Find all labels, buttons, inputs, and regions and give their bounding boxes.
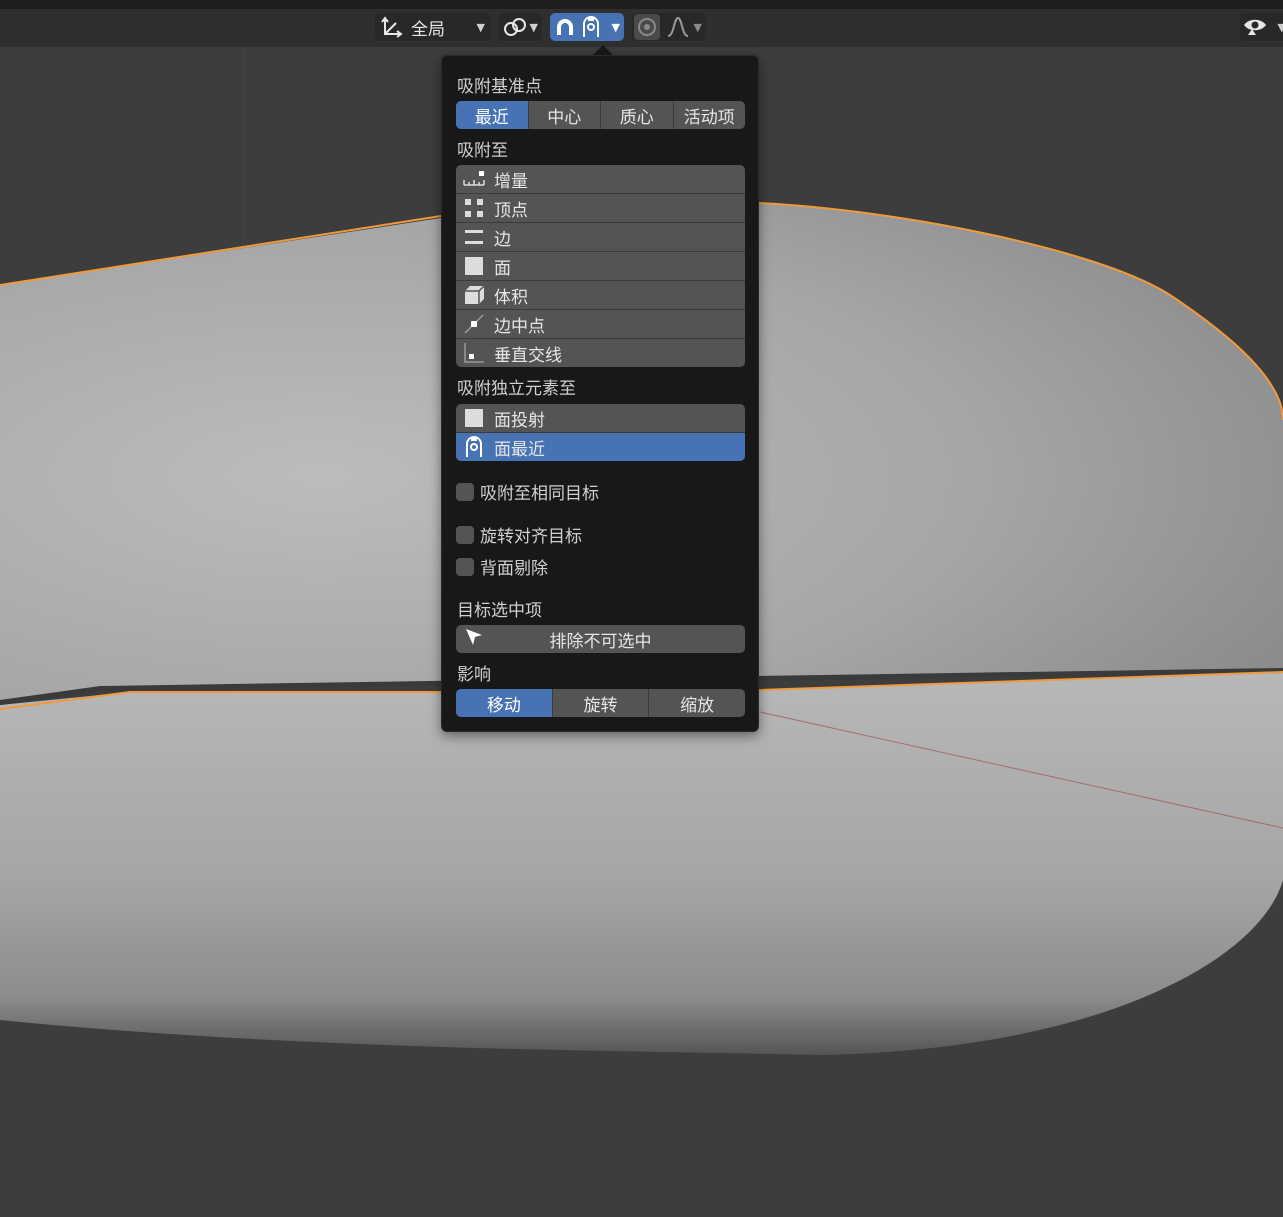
snap-to-increment[interactable]: 增量 (456, 165, 745, 194)
snap-to-vertex[interactable]: 顶点 (456, 194, 745, 223)
falloff-curve-icon[interactable] (666, 16, 690, 38)
snap-to-increment-label: 增量 (494, 171, 528, 192)
proportional-editing-icon[interactable] (634, 14, 660, 40)
checkbox-box[interactable] (456, 557, 474, 576)
snap-to-edge-label: 边 (494, 229, 511, 250)
snap-individual-face-nearest[interactable]: 面最近 (456, 433, 745, 461)
checkbox-label: 背面剔除 (480, 559, 548, 579)
volume-icon (462, 284, 486, 306)
snap-individual-label: 吸附独立元素至 (457, 379, 576, 399)
checkbox-label: 吸附至相同目标 (480, 484, 599, 504)
snap-face-nearest-icon[interactable] (580, 15, 602, 39)
face-nearest-icon (462, 436, 486, 458)
transform-orientation-icon (381, 16, 403, 38)
perpendicular-icon (462, 342, 486, 364)
chevron-down-icon: ▼ (476, 20, 485, 34)
snap-base-closest[interactable]: 最近 (456, 101, 529, 129)
snap-base-median[interactable]: 质心 (601, 101, 674, 129)
snap-to-perpendicular-label: 垂直交线 (494, 345, 562, 366)
transform-orientation-dropdown[interactable]: 全局 ▼ (375, 13, 491, 41)
snapping-popover: 吸附基准点 最近 中心 质心 活动项 吸附至 增量 顶点 边 面 体积 边中点 … (441, 55, 759, 732)
target-selection-dropdown[interactable]: 排除不可选中 (456, 625, 745, 653)
snap-to-edge-midpoint-label: 边中点 (494, 316, 545, 337)
snap-to-vertex-label: 顶点 (494, 200, 528, 221)
affect-rotate[interactable]: 旋转 (553, 689, 650, 717)
window-top-strip (0, 0, 1283, 9)
face-nearest-label: 面最近 (494, 439, 545, 460)
snap-to-perpendicular[interactable]: 垂直交线 (456, 339, 745, 367)
pivot-point-icon (502, 16, 528, 38)
affect-selector: 移动 旋转 缩放 (456, 689, 745, 717)
snap-to-face-label: 面 (494, 258, 511, 279)
snap-magnet-icon[interactable] (552, 15, 578, 39)
checkbox-box[interactable] (456, 525, 474, 544)
pivot-point-dropdown[interactable]: ▼ (498, 13, 542, 41)
proportional-editing-toggle[interactable]: ▼ (632, 13, 706, 41)
snap-to-edge[interactable]: 边 (456, 223, 745, 252)
edge-icon (462, 226, 486, 248)
affect-move[interactable]: 移动 (456, 689, 553, 717)
affect-label: 影响 (457, 665, 491, 685)
snap-to-volume-label: 体积 (494, 287, 528, 308)
snap-individual-face-project[interactable]: 面投射 (456, 404, 745, 433)
chevron-down-icon: ▼ (611, 20, 620, 34)
backface-culling-checkbox[interactable]: 背面剔除 (456, 554, 548, 579)
vertex-icon (462, 197, 486, 219)
chevron-down-icon: ▼ (529, 20, 538, 34)
visibility-eye-icon[interactable] (1242, 15, 1268, 39)
face-project-label: 面投射 (494, 410, 545, 431)
target-selection-value: 排除不可选中 (549, 631, 652, 652)
snap-base-selector: 最近 中心 质心 活动项 (456, 101, 745, 129)
snap-to-label: 吸附至 (457, 141, 508, 161)
snap-base-center[interactable]: 中心 (529, 101, 601, 129)
align-rotation-checkbox[interactable]: 旋转对齐目标 (456, 522, 582, 547)
increment-icon (462, 168, 486, 190)
viewport-header: 全局 ▼ ▼ ▼ ▼ ▼ (0, 9, 1283, 47)
snap-base-active[interactable]: 活动项 (674, 101, 746, 129)
transform-orientation-label: 全局 (411, 19, 445, 40)
snap-to-list: 增量 顶点 边 面 体积 边中点 垂直交线 (456, 165, 745, 367)
chevron-down-icon: ▼ (1277, 20, 1283, 34)
snap-individual-list: 面投射 面最近 (456, 404, 745, 461)
face-project-icon (462, 407, 486, 429)
snap-to-face[interactable]: 面 (456, 252, 745, 281)
snap-to-edge-midpoint[interactable]: 边中点 (456, 310, 745, 339)
overlay-visibility-dropdown[interactable]: ▼ (1240, 13, 1283, 41)
checkbox-label: 旋转对齐目标 (480, 527, 582, 547)
face-icon (462, 255, 486, 277)
affect-scale[interactable]: 缩放 (649, 689, 745, 717)
snap-to-volume[interactable]: 体积 (456, 281, 745, 310)
chevron-down-icon: ▼ (693, 20, 702, 34)
target-selection-label: 目标选中项 (457, 601, 542, 621)
edge-midpoint-icon (462, 313, 486, 335)
checkbox-box[interactable] (456, 482, 474, 501)
snap-base-label: 吸附基准点 (457, 77, 542, 97)
snap-same-target-checkbox[interactable]: 吸附至相同目标 (456, 479, 599, 504)
snap-toggle[interactable]: ▼ (550, 13, 624, 41)
